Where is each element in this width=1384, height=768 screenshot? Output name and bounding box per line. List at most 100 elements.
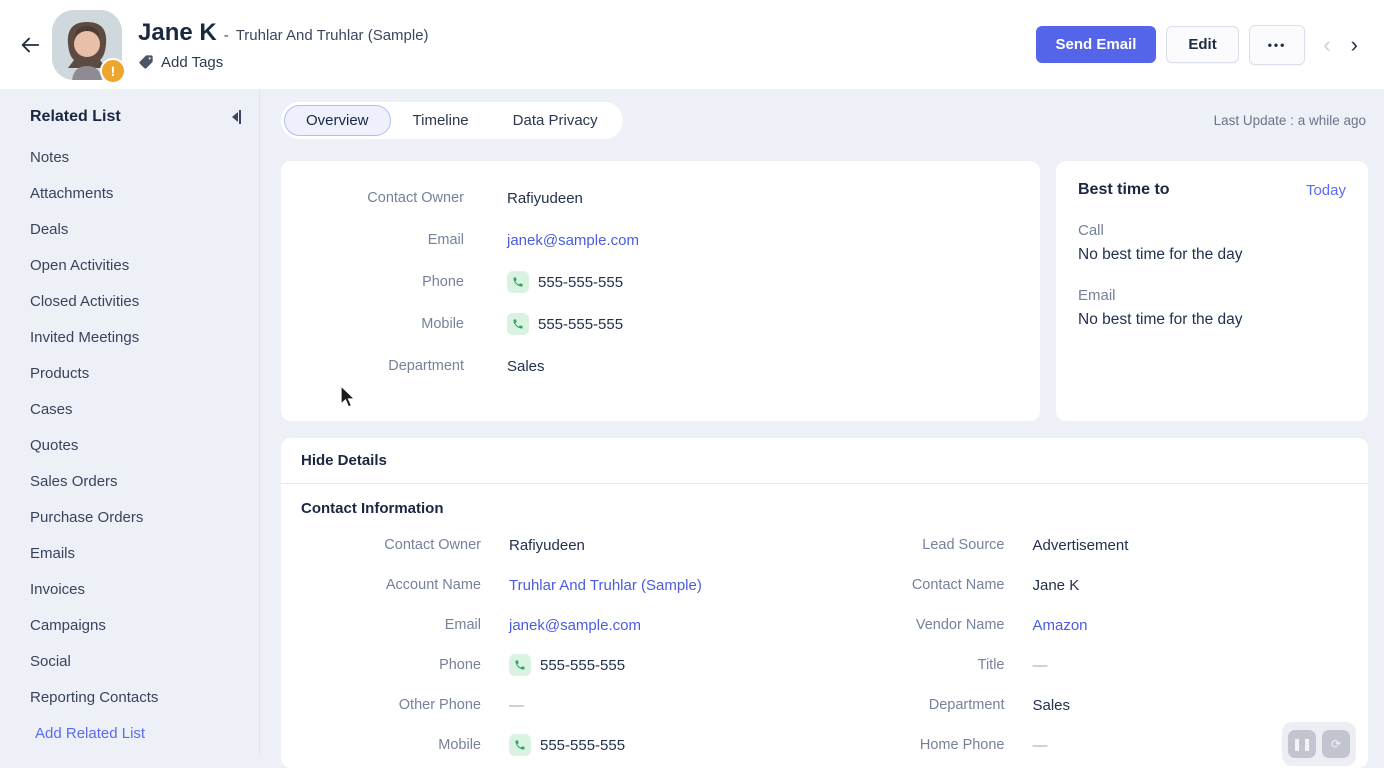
last-update-text: Last Update : a while ago	[1214, 113, 1368, 128]
field-value-text[interactable]: Truhlar And Truhlar (Sample)	[509, 577, 702, 594]
detail-row: Email janek@sample.com	[301, 605, 825, 645]
field-value-text: 555-555-555	[538, 274, 623, 291]
detail-row: Department Sales	[825, 685, 1349, 725]
summary-row: Department Sales	[281, 345, 1040, 387]
phone-icon	[509, 654, 531, 676]
best-time-period-link[interactable]: Today	[1306, 182, 1346, 199]
detail-row: Vendor Name Amazon	[825, 605, 1349, 645]
field-label: Lead Source	[825, 537, 1005, 553]
sidebar-item[interactable]: Reporting Contacts	[30, 679, 241, 715]
field-label: Mobile	[301, 737, 481, 753]
field-value-text: 555-555-555	[540, 657, 625, 674]
contact-title-block: Jane K - Truhlar And Truhlar (Sample) Ad…	[138, 19, 429, 71]
tab-overview[interactable]: Overview	[284, 105, 391, 136]
summary-row: Phone 555-555-555	[281, 261, 1040, 303]
sidebar-item[interactable]: Emails	[30, 535, 241, 571]
detail-row: Other Phone —	[301, 685, 825, 725]
more-actions-button[interactable]: •••	[1249, 25, 1306, 65]
tag-icon	[138, 54, 154, 70]
sidebar-item[interactable]: Deals	[30, 211, 241, 247]
exclamation-badge-icon[interactable]: !	[100, 58, 126, 84]
details-card: Hide Details Contact Information Contact…	[281, 438, 1368, 768]
record-pager: ‹ ›	[1323, 34, 1370, 56]
details-left-column: Contact Owner Rafiyudeen Account Name	[301, 525, 825, 765]
field-value: janek@sample.com	[509, 617, 641, 634]
field-value-text[interactable]: janek@sample.com	[507, 232, 639, 249]
field-label: Other Phone	[301, 697, 481, 713]
edit-button[interactable]: Edit	[1166, 26, 1238, 63]
sidebar-item[interactable]: Attachments	[30, 175, 241, 211]
field-value: 555-555-555	[509, 734, 625, 756]
add-tags-button[interactable]: Add Tags	[138, 54, 429, 71]
sidebar-item[interactable]: Social	[30, 643, 241, 679]
field-label: Phone	[301, 657, 481, 673]
tab-timeline[interactable]: Timeline	[391, 105, 491, 136]
detail-row: Contact Name Jane K	[825, 565, 1349, 605]
top-header: ! Jane K - Truhlar And Truhlar (Sample) …	[0, 0, 1384, 89]
tabs-row: Overview Timeline Data Privacy Last Upda…	[281, 102, 1368, 139]
field-value: Truhlar And Truhlar (Sample)	[509, 577, 702, 594]
field-value-text: —	[1033, 657, 1048, 674]
field-value-text: Rafiyudeen	[507, 190, 583, 207]
best-time-call-value: No best time for the day	[1078, 246, 1346, 264]
field-label: Department	[825, 697, 1005, 713]
sidebar-item[interactable]: Invoices	[30, 571, 241, 607]
detail-row: Title —	[825, 645, 1349, 685]
field-value: —	[1033, 737, 1048, 754]
field-label: Title	[825, 657, 1005, 673]
field-value-text[interactable]: janek@sample.com	[509, 617, 641, 634]
floating-toolbar: ❚❚ ⟳	[1282, 722, 1356, 766]
best-time-call-entry: Call No best time for the day	[1078, 222, 1346, 264]
field-value-text[interactable]: Amazon	[1033, 617, 1088, 634]
field-value: Rafiyudeen	[509, 537, 585, 554]
field-label: Vendor Name	[825, 617, 1005, 633]
send-email-button[interactable]: Send Email	[1036, 26, 1157, 63]
phone-icon	[509, 734, 531, 756]
back-button[interactable]	[16, 31, 44, 59]
related-list-sidebar: Related List Notes Attachments Deals Ope…	[0, 89, 260, 754]
detail-row: Home Phone —	[825, 725, 1349, 765]
best-time-email-entry: Email No best time for the day	[1078, 287, 1346, 329]
hide-details-toggle[interactable]: Hide Details	[281, 438, 1368, 484]
sidebar-item[interactable]: Quotes	[30, 427, 241, 463]
detail-row: Contact Owner Rafiyudeen	[301, 525, 825, 565]
phone-icon	[507, 271, 529, 293]
sidebar-item[interactable]: Products	[30, 355, 241, 391]
header-actions: Send Email Edit ••• ‹ ›	[1036, 25, 1384, 65]
field-value-text: Sales	[507, 358, 545, 375]
tab-bar: Overview Timeline Data Privacy	[281, 102, 623, 139]
summary-row: Email janek@sample.com	[281, 219, 1040, 261]
contact-avatar[interactable]: !	[52, 10, 122, 80]
field-label: Email	[281, 232, 464, 248]
field-value: 555-555-555	[509, 654, 625, 676]
contact-information-title: Contact Information	[301, 500, 1348, 517]
sidebar-item[interactable]: Campaigns	[30, 607, 241, 643]
field-label: Phone	[281, 274, 464, 290]
field-value-text: —	[1033, 737, 1048, 754]
field-value: —	[509, 697, 524, 714]
chevron-left-icon[interactable]: ‹	[1323, 34, 1330, 56]
field-value: 555-555-555	[507, 271, 623, 293]
sidebar-item[interactable]: Closed Activities	[30, 283, 241, 319]
sidebar-item[interactable]: Notes	[30, 139, 241, 175]
chevron-right-icon[interactable]: ›	[1351, 34, 1358, 56]
field-value: Jane K	[1033, 577, 1080, 594]
sidebar-item[interactable]: Invited Meetings	[30, 319, 241, 355]
sidebar-item[interactable]: Cases	[30, 391, 241, 427]
sidebar-item[interactable]: Open Activities	[30, 247, 241, 283]
related-list-title: Related List	[30, 108, 121, 126]
best-time-card: Best time to Today Call No best time for…	[1056, 161, 1368, 421]
tab-data-privacy[interactable]: Data Privacy	[491, 105, 620, 136]
summary-row: Contact Owner Rafiyudeen	[281, 177, 1040, 219]
field-value: Sales	[1033, 697, 1071, 714]
field-value-text: 555-555-555	[538, 316, 623, 333]
main-content: Overview Timeline Data Privacy Last Upda…	[261, 89, 1384, 754]
sidebar-item[interactable]: Sales Orders	[30, 463, 241, 499]
field-value: Rafiyudeen	[507, 190, 583, 207]
sidebar-item[interactable]: Purchase Orders	[30, 499, 241, 535]
detail-row: Account Name Truhlar And Truhlar (Sample…	[301, 565, 825, 605]
collapse-panel-icon[interactable]	[232, 110, 241, 124]
add-related-list-link[interactable]: Add Related List	[35, 725, 145, 742]
field-label: Home Phone	[825, 737, 1005, 753]
best-time-title: Best time to	[1078, 181, 1170, 199]
